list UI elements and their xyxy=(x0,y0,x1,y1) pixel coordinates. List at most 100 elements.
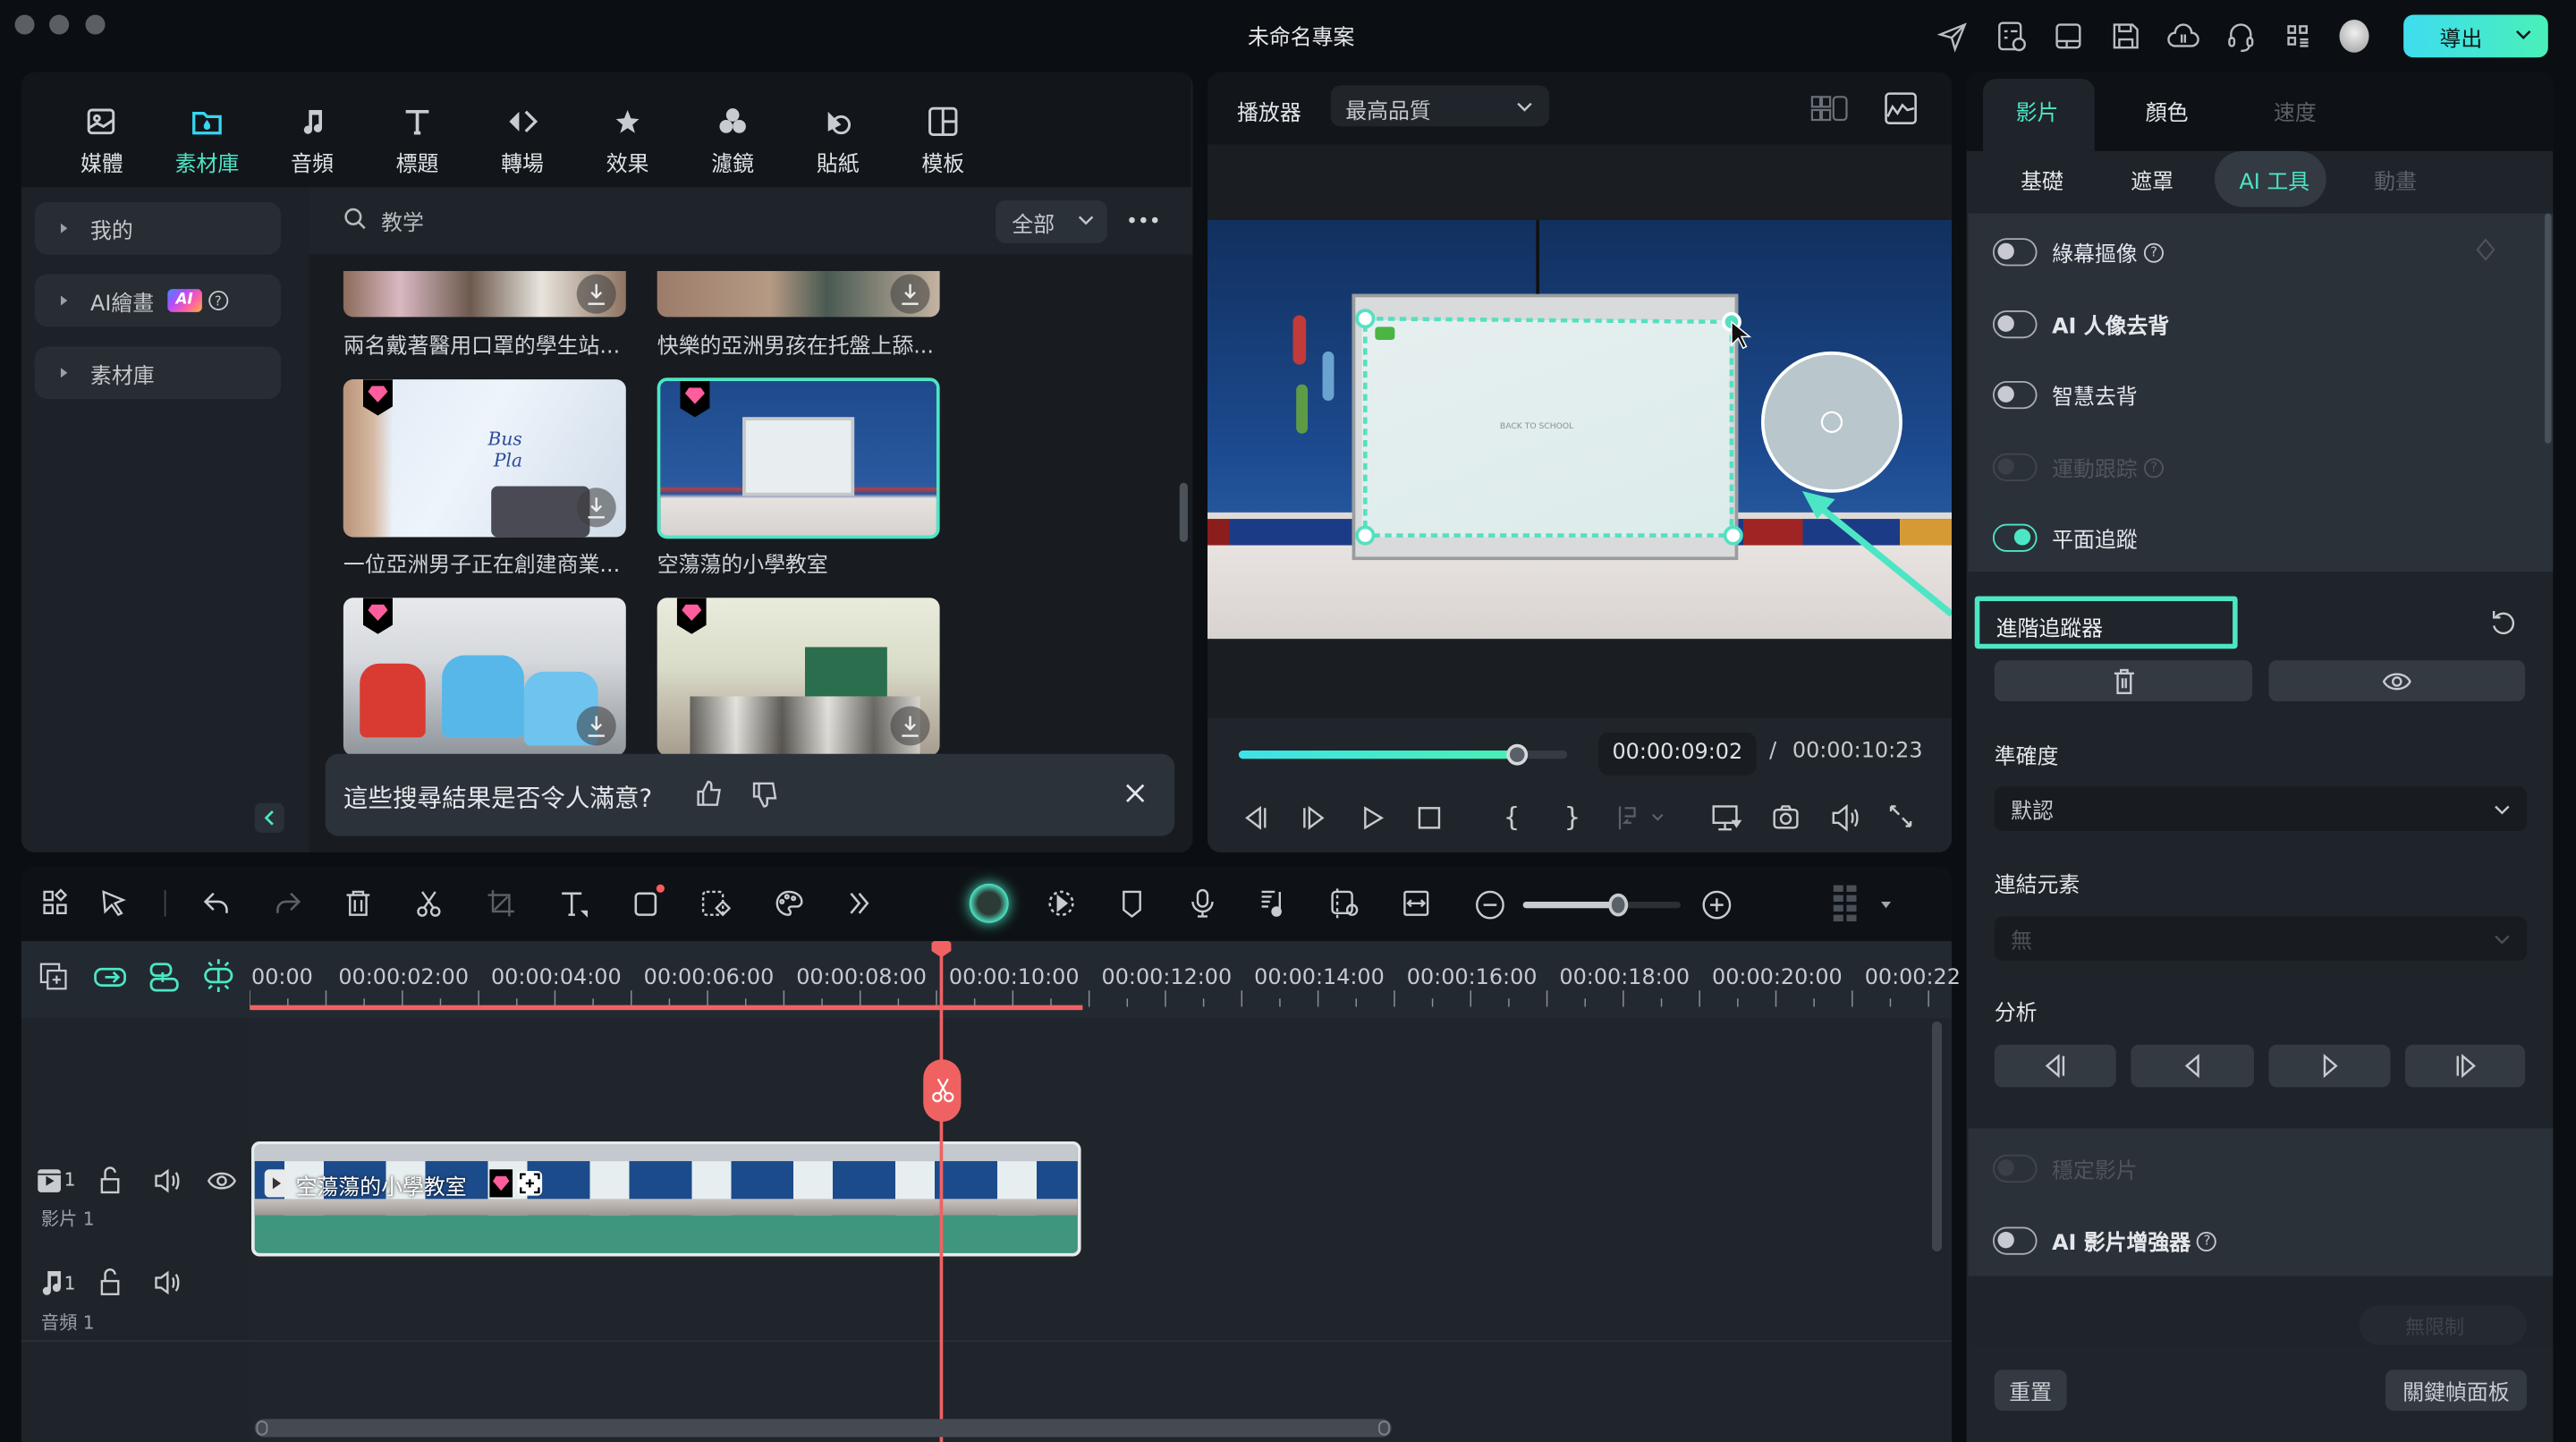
volume-icon[interactable] xyxy=(1828,803,1861,833)
subtab-animation[interactable]: 動畫 xyxy=(2374,165,2417,196)
ai-portrait-toggle[interactable] xyxy=(1992,310,2038,339)
tab-stickers[interactable]: 貼紙 xyxy=(799,102,877,177)
planar-tracking-box[interactable] xyxy=(1208,220,1953,639)
tab-color[interactable]: 顏色 xyxy=(2146,95,2189,127)
video-clip[interactable]: 空蕩蕩的小學教室 xyxy=(251,1141,1081,1257)
ai-cutout-icon[interactable] xyxy=(699,888,733,918)
export-button[interactable]: 導出 xyxy=(2403,14,2548,58)
lock-track-icon[interactable] xyxy=(97,1268,123,1297)
tab-transition[interactable]: 轉場 xyxy=(483,102,562,177)
layout-icon[interactable] xyxy=(2050,18,2086,54)
user-avatar[interactable] xyxy=(2339,20,2369,53)
tab-stock-library[interactable]: 素材庫 xyxy=(167,102,246,177)
fullscreen-icon[interactable] xyxy=(1887,803,1913,829)
smart-cutout-toggle[interactable] xyxy=(1992,380,2038,410)
redo-icon[interactable] xyxy=(271,888,304,918)
timeline-horizontal-scrollbar[interactable] xyxy=(254,1419,1392,1438)
delete-icon[interactable] xyxy=(343,888,373,918)
select-tool-icon[interactable] xyxy=(98,888,131,918)
marker-icon[interactable] xyxy=(1119,888,1145,919)
timeline-vertical-scrollbar[interactable] xyxy=(1931,1021,1943,1252)
more-options-icon[interactable] xyxy=(1127,208,1160,232)
tab-filters[interactable]: 濾鏡 xyxy=(693,102,772,177)
tab-media[interactable]: 媒體 xyxy=(63,102,141,177)
tab-audio[interactable]: 音頻 xyxy=(273,102,352,177)
planar-tracking-toggle[interactable] xyxy=(1992,523,2038,552)
keyframe-diamond-icon[interactable] xyxy=(2474,238,2497,261)
subtab-basic[interactable]: 基礎 xyxy=(2021,165,2063,196)
advanced-tracker-highlight[interactable]: 進階追蹤器 xyxy=(1974,596,2238,649)
help-icon[interactable]: ? xyxy=(208,290,228,311)
display-settings-icon[interactable] xyxy=(1710,803,1743,833)
snap-icon[interactable] xyxy=(200,957,236,993)
auto-link-icon[interactable] xyxy=(92,961,128,994)
subtab-mask[interactable]: 遮罩 xyxy=(2131,165,2174,196)
scopes-icon[interactable] xyxy=(1885,92,1918,125)
properties-scrollbar[interactable] xyxy=(2545,213,2552,444)
preview-tracker-button[interactable] xyxy=(2268,660,2526,701)
tab-video[interactable]: 影片 xyxy=(2016,95,2059,127)
collapse-sidebar-button[interactable] xyxy=(254,802,284,833)
track-forward-to-end-button[interactable] xyxy=(2404,1044,2526,1088)
playhead-handle[interactable] xyxy=(1506,743,1529,766)
tab-effects[interactable]: 效果 xyxy=(589,102,667,177)
result-thumbnail-selected[interactable] xyxy=(657,377,940,539)
color-palette-icon[interactable] xyxy=(772,888,805,918)
apps-grid-icon[interactable] xyxy=(2280,18,2316,54)
zoom-out-icon[interactable] xyxy=(1474,888,1507,921)
download-icon[interactable] xyxy=(576,274,616,314)
tab-templates[interactable]: 模板 xyxy=(903,102,982,177)
previous-frame-icon[interactable] xyxy=(1241,805,1270,831)
snapshot-camera-icon[interactable] xyxy=(1771,803,1801,833)
result-thumbnail[interactable] xyxy=(343,270,626,318)
playback-progress-track[interactable] xyxy=(1238,743,1568,766)
timeline-zoom-slider[interactable] xyxy=(1522,893,1681,917)
download-icon[interactable] xyxy=(890,274,930,314)
more-tools-icon[interactable] xyxy=(846,888,872,918)
layout-switch-icon[interactable] xyxy=(41,888,74,918)
result-thumbnail[interactable] xyxy=(657,598,940,756)
grid-view-icon[interactable] xyxy=(1810,94,1850,123)
tab-speed[interactable]: 速度 xyxy=(2274,95,2317,127)
ai-copilot-icon[interactable] xyxy=(969,883,1009,923)
accuracy-dropdown[interactable]: 默認 xyxy=(1994,786,2527,832)
crop-icon[interactable] xyxy=(487,888,516,918)
download-icon[interactable] xyxy=(576,706,616,746)
zoom-in-icon[interactable] xyxy=(1700,888,1733,921)
reset-button[interactable]: 重置 xyxy=(1994,1370,2067,1412)
auto-highlight-icon[interactable] xyxy=(1045,888,1078,918)
search-input[interactable] xyxy=(377,201,970,239)
scene-detection-icon[interactable] xyxy=(1327,888,1360,919)
result-thumbnail[interactable] xyxy=(657,270,940,318)
help-icon[interactable]: ? xyxy=(2143,457,2165,478)
text-tool-icon[interactable] xyxy=(557,888,590,918)
download-icon[interactable] xyxy=(576,488,616,528)
mute-track-icon[interactable] xyxy=(153,1268,182,1297)
video-preview[interactable]: BACK TO SCHOOL xyxy=(1207,220,1953,640)
mark-in-icon[interactable]: { xyxy=(1504,802,1521,833)
hide-track-eye-icon[interactable] xyxy=(207,1166,236,1196)
next-frame-icon[interactable] xyxy=(1300,805,1329,831)
filter-dropdown[interactable]: 全部 xyxy=(996,199,1107,243)
send-feedback-icon[interactable] xyxy=(1936,18,1971,54)
result-thumbnail[interactable]: Bus Pla xyxy=(343,379,626,538)
delete-tracker-button[interactable] xyxy=(1994,660,2253,701)
play-icon[interactable] xyxy=(1360,805,1386,831)
current-time[interactable]: 00:00:09:02 xyxy=(1598,732,1757,776)
zoom-slider-handle[interactable] xyxy=(1607,893,1628,917)
shape-tool-icon[interactable] xyxy=(631,884,666,920)
reset-tracker-icon[interactable] xyxy=(2489,607,2519,637)
project-history-icon[interactable] xyxy=(1993,18,2029,54)
magnetic-track-icon[interactable] xyxy=(146,961,182,994)
help-icon[interactable]: ? xyxy=(2197,1231,2217,1251)
download-icon[interactable] xyxy=(890,706,930,746)
quality-dropdown[interactable]: 最高品質 xyxy=(1330,85,1550,127)
add-track-icon[interactable] xyxy=(38,961,71,994)
help-icon[interactable]: ? xyxy=(2143,242,2165,262)
ai-enhancer-toggle[interactable] xyxy=(1992,1226,2038,1255)
support-headset-icon[interactable] xyxy=(2223,18,2258,54)
track-forward-button[interactable] xyxy=(2268,1044,2391,1088)
voiceover-microphone-icon[interactable] xyxy=(1188,888,1217,918)
lock-track-icon[interactable] xyxy=(97,1166,123,1196)
chevron-down-icon[interactable] xyxy=(2515,25,2531,45)
